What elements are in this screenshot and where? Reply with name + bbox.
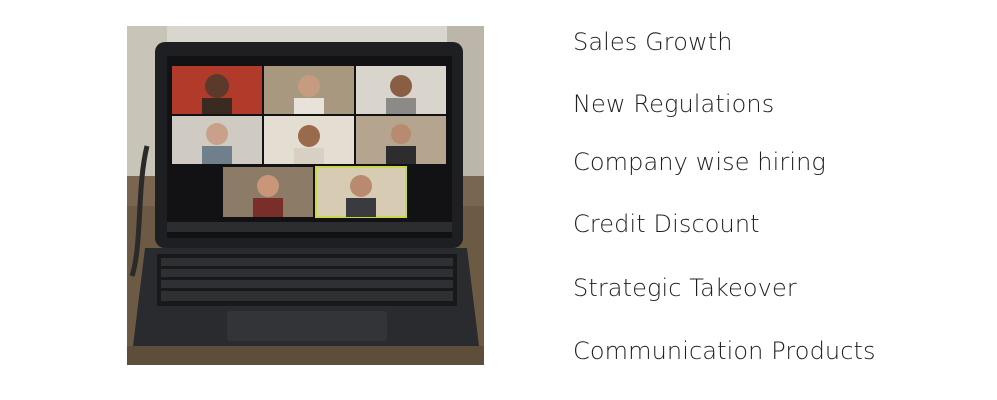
topic-item: Communication Products [573, 337, 876, 365]
topic-list: Sales Growth New Regulations Company wis… [573, 0, 983, 400]
topic-item: Company wise hiring [573, 148, 826, 176]
topic-item: Strategic Takeover [573, 274, 797, 302]
topic-item: New Regulations [573, 90, 775, 118]
topic-item: Credit Discount [573, 210, 760, 238]
laptop-video-call-photo [127, 26, 484, 365]
topic-item: Sales Growth [573, 28, 733, 56]
